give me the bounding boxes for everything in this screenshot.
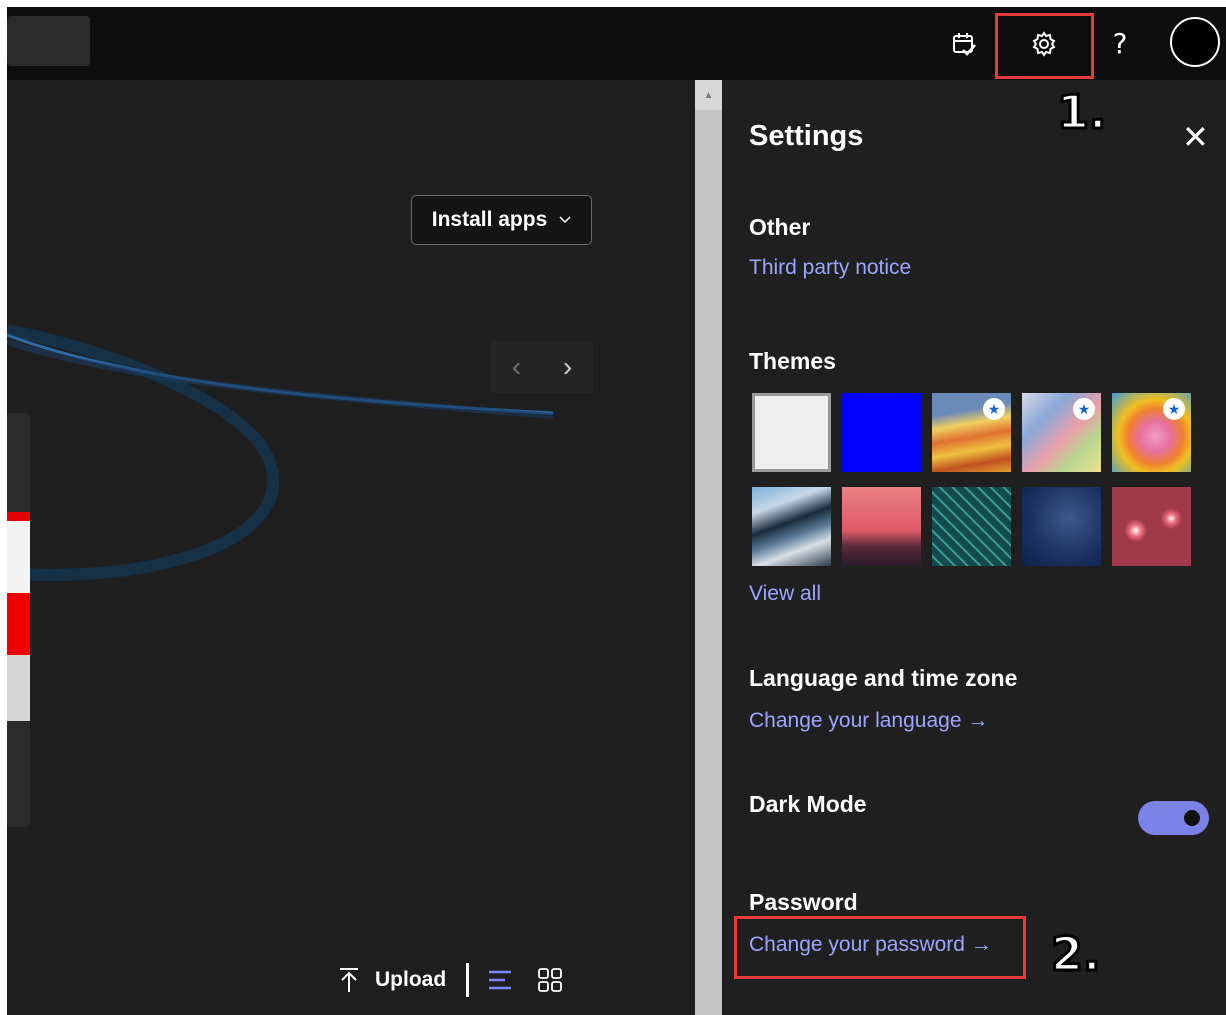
theme-blue[interactable] bbox=[842, 393, 921, 472]
theme-rainbow-waves[interactable]: ★ bbox=[932, 393, 1011, 472]
theme-innovation[interactable] bbox=[1022, 487, 1101, 566]
star-badge-icon: ★ bbox=[1163, 398, 1185, 420]
app-window: ? Install apps ‹ › Upload ▲ Settings ✕ O… bbox=[7, 7, 1226, 1015]
install-apps-label: Install apps bbox=[431, 208, 548, 231]
prev-arrow-button[interactable]: ‹ bbox=[512, 351, 521, 383]
settings-title: Settings bbox=[749, 120, 864, 152]
thumbnail-strip-red bbox=[7, 593, 30, 655]
step-2-annotation: 2. bbox=[1049, 926, 1102, 983]
theme-palm-sunset[interactable] bbox=[842, 487, 921, 566]
password-heading: Password bbox=[749, 889, 858, 915]
theme-bokeh[interactable] bbox=[1112, 487, 1191, 566]
password-highlight-box bbox=[734, 916, 1026, 979]
theme-circuit[interactable] bbox=[932, 487, 1011, 566]
help-icon[interactable]: ? bbox=[1105, 7, 1135, 80]
star-badge-icon: ★ bbox=[1073, 398, 1095, 420]
top-bar: ? bbox=[7, 7, 1226, 80]
star-badge-icon: ★ bbox=[983, 398, 1005, 420]
step-1-annotation: 1. bbox=[1055, 84, 1108, 141]
thumbnail-strip bbox=[7, 512, 30, 593]
upload-button[interactable]: Upload bbox=[375, 968, 446, 992]
toolbar-divider bbox=[466, 963, 470, 997]
carousel-nav: ‹ › bbox=[491, 341, 593, 393]
grid-view-icon[interactable] bbox=[537, 967, 563, 993]
avatar[interactable] bbox=[1170, 17, 1220, 67]
scroll-up-arrow[interactable]: ▲ bbox=[695, 80, 722, 110]
theme-mountain[interactable] bbox=[752, 487, 831, 566]
theme-pastel-feathers[interactable]: ★ bbox=[1022, 393, 1101, 472]
thumbnail-strip-grey bbox=[7, 655, 30, 721]
language-heading: Language and time zone bbox=[749, 665, 1018, 691]
view-all-themes-link[interactable]: View all bbox=[749, 582, 821, 606]
change-language-link[interactable]: Change your language → bbox=[749, 709, 988, 733]
themes-heading: Themes bbox=[749, 348, 836, 374]
scrollbar[interactable]: ▲ bbox=[695, 80, 722, 1015]
dark-mode-toggle[interactable] bbox=[1138, 801, 1209, 835]
toggle-knob bbox=[1184, 810, 1200, 826]
gear-highlight-box bbox=[995, 13, 1094, 79]
search-box[interactable] bbox=[7, 16, 90, 66]
upload-icon bbox=[340, 968, 358, 992]
close-icon[interactable]: ✕ bbox=[1182, 118, 1209, 156]
third-party-notice-link[interactable]: Third party notice bbox=[749, 256, 911, 280]
theme-unicorn[interactable]: ★ bbox=[1112, 393, 1191, 472]
next-arrow-button[interactable]: › bbox=[563, 351, 572, 383]
file-toolbar: Upload bbox=[337, 955, 563, 1005]
settings-panel: Settings ✕ Other Third party notice Them… bbox=[722, 80, 1226, 1015]
list-view-icon[interactable] bbox=[487, 968, 513, 992]
theme-light[interactable] bbox=[752, 393, 831, 472]
calendar-check-icon[interactable] bbox=[947, 7, 981, 80]
other-heading: Other bbox=[749, 214, 811, 240]
chevron-down-icon bbox=[559, 216, 571, 224]
thumbnail-strip-accent bbox=[7, 512, 30, 521]
install-apps-button[interactable]: Install apps bbox=[411, 195, 592, 245]
dark-mode-label: Dark Mode bbox=[749, 791, 867, 817]
main-area: Install apps ‹ › Upload bbox=[7, 80, 695, 1015]
